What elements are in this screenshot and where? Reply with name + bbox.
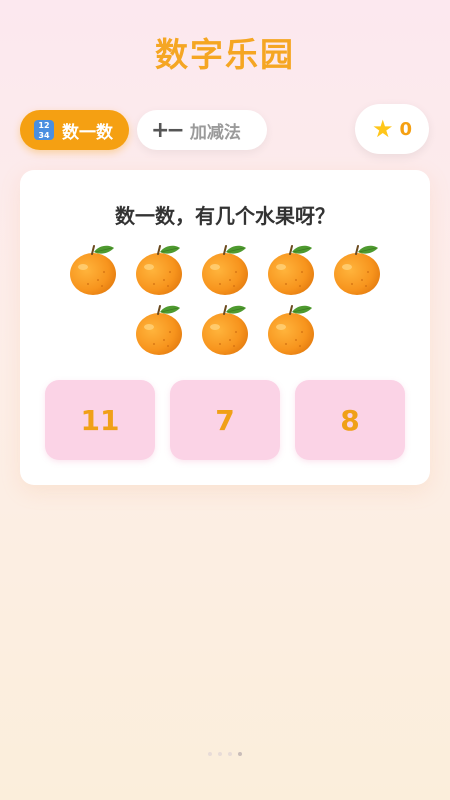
- page-dot: [238, 752, 242, 756]
- page-indicator: [0, 752, 450, 756]
- orange-icon: [200, 242, 250, 296]
- orange-icon: [68, 242, 118, 296]
- tab-count-label: 数一数: [62, 122, 113, 143]
- page-dot: [218, 752, 222, 756]
- plus-minus-icon: +−: [151, 117, 185, 143]
- orange-icon: [134, 302, 184, 356]
- answer-options: 11 7 8: [45, 380, 405, 460]
- orange-icon: [134, 242, 184, 296]
- question-card: 数一数，有几个水果呀？ 11 7 8: [20, 170, 430, 485]
- answer-option-2[interactable]: 7: [170, 380, 280, 460]
- orange-icon: [332, 242, 382, 296]
- star-icon: ★: [371, 115, 394, 143]
- fruit-row-2: [20, 302, 430, 356]
- tab-add-subtract[interactable]: +− 加减法: [137, 110, 267, 150]
- score-badge: ★ 0: [355, 104, 429, 154]
- orange-icon: [200, 302, 250, 356]
- orange-icon: [266, 302, 316, 356]
- orange-icon: [266, 242, 316, 296]
- fruit-row-1: [20, 242, 430, 296]
- tab-add-subtract-label: 加减法: [189, 122, 241, 143]
- page-dot: [228, 752, 232, 756]
- page-title: 数字乐园: [155, 35, 295, 74]
- question-text: 数一数，有几个水果呀？: [115, 204, 335, 228]
- answer-option-3[interactable]: 8: [295, 380, 405, 460]
- score-value: 0: [399, 118, 413, 140]
- number-grid-icon: 12 34: [34, 120, 54, 140]
- page-dot: [208, 752, 212, 756]
- answer-option-1[interactable]: 11: [45, 380, 155, 460]
- tab-count[interactable]: 12 34 数一数: [20, 110, 129, 150]
